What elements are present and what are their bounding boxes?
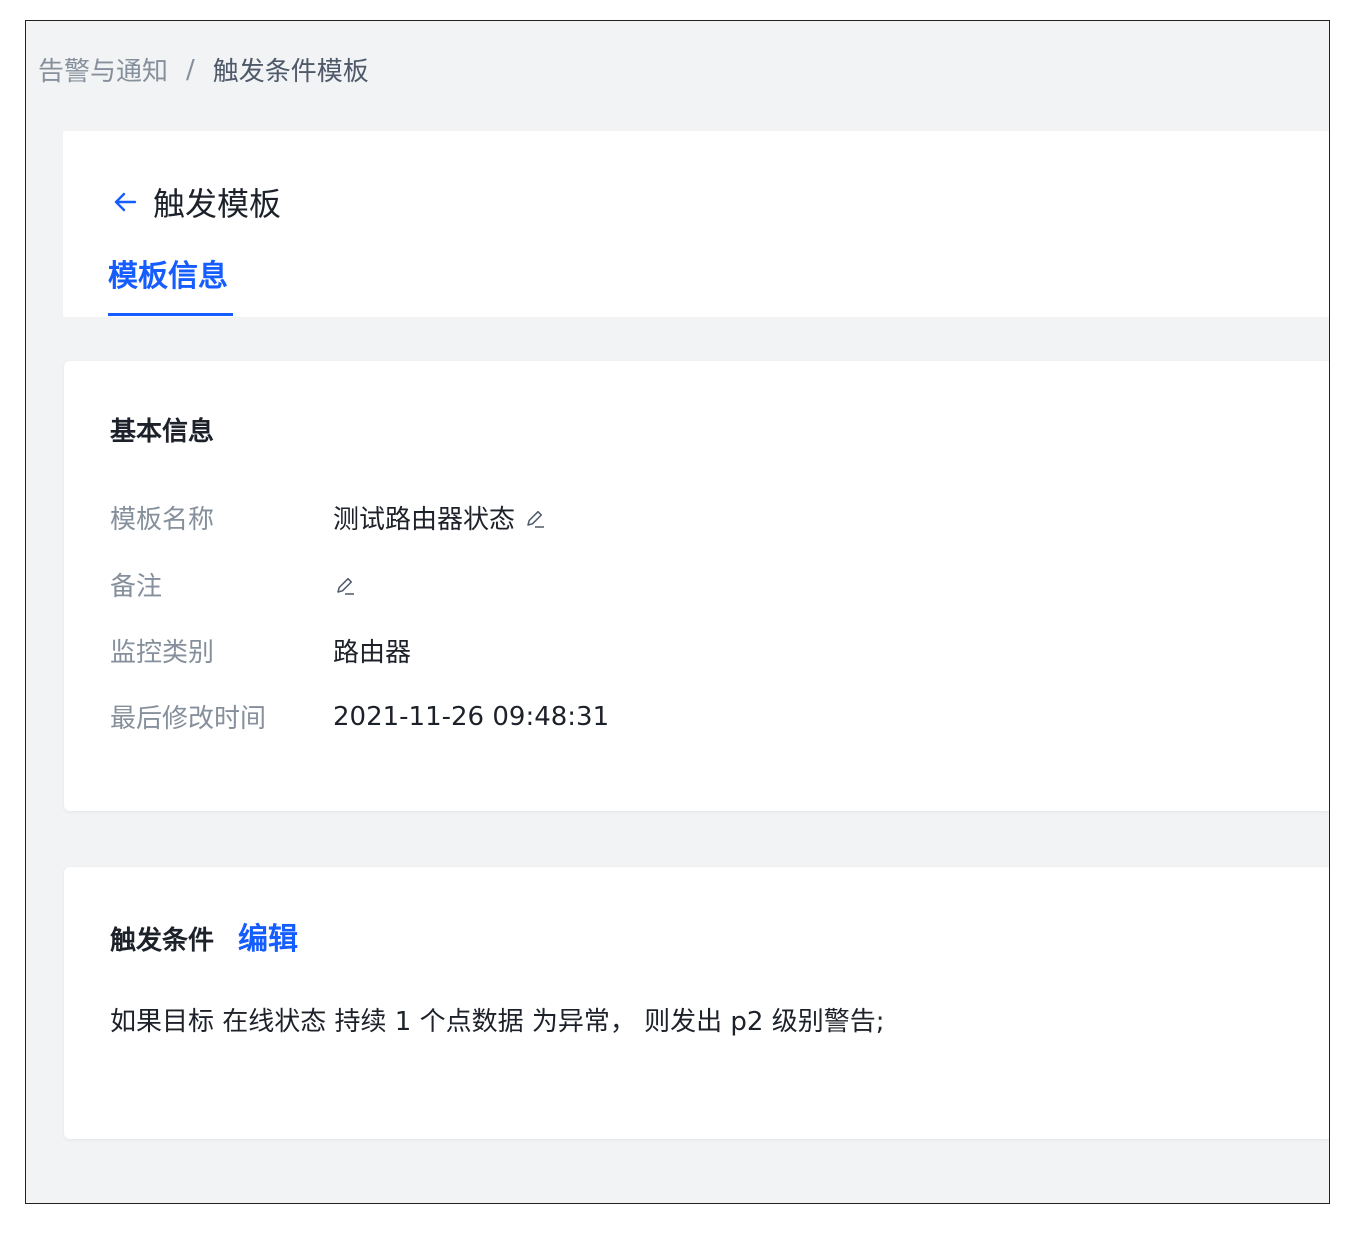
info-row-template-name: 模板名称 测试路由器状态 [110, 499, 547, 536]
info-row-last-modified: 最后修改时间 2021-11-26 09:48:31 [110, 698, 609, 735]
template-name-value: 测试路由器状态 [333, 505, 516, 535]
page-title: 触发模板 [153, 185, 282, 223]
trigger-conditions-title: 触发条件 [110, 926, 215, 956]
last-modified-value: 2021-11-26 09:48:31 [333, 701, 610, 732]
info-row-remark: 备注 [110, 566, 357, 603]
info-label: 模板名称 [110, 505, 215, 535]
info-value: 测试路由器状态 [333, 499, 547, 536]
edit-pencil-icon[interactable] [333, 573, 357, 597]
monitor-category-value: 路由器 [333, 638, 412, 668]
breadcrumb-item-alerts[interactable]: 告警与通知 [38, 51, 168, 88]
edit-pencil-icon[interactable] [523, 506, 547, 530]
trigger-condition-text: 如果目标 在线状态 持续 1 个点数据 为异常， 则发出 p2 级别警告; [110, 1007, 885, 1037]
tab-active-indicator [108, 313, 233, 316]
back-row: 触发模板 [109, 179, 281, 225]
tab-template-info[interactable]: 模板信息 [108, 251, 228, 295]
section-title-basic-info: 基本信息 [110, 417, 215, 447]
trigger-conditions-card: 触发条件 编辑 如果目标 在线状态 持续 1 个点数据 为异常， 则发出 p2 … [64, 867, 1329, 1139]
arrow-left-icon[interactable] [109, 186, 141, 218]
info-row-monitor-category: 监控类别 路由器 [110, 632, 411, 669]
info-label: 备注 [110, 572, 163, 602]
edit-trigger-button[interactable]: 编辑 [238, 914, 298, 958]
info-label: 监控类别 [110, 638, 215, 668]
header-card: 触发模板 模板信息 [63, 131, 1329, 317]
breadcrumb-item-current: 触发条件模板 [212, 57, 369, 87]
page-frame: 告警与通知 / 触发条件模板 触发模板 模板信息 基本信息 模板名称 测试路由器… [25, 20, 1330, 1204]
section-title-trigger-conditions: 触发条件 编辑 [110, 914, 298, 958]
info-label: 最后修改时间 [110, 704, 267, 734]
breadcrumb: 告警与通知 / 触发条件模板 [38, 51, 369, 88]
breadcrumb-separator: / [186, 54, 195, 85]
basic-info-card: 基本信息 模板名称 测试路由器状态 备注 监控类别 路由器 最后修改时间 202… [64, 361, 1329, 811]
info-value [333, 573, 357, 597]
